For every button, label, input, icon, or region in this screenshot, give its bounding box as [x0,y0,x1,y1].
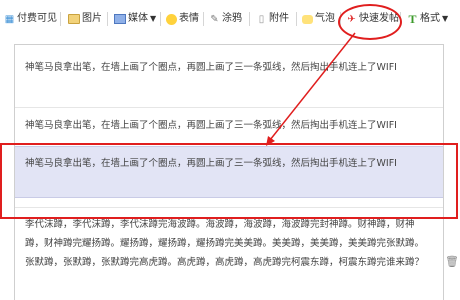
picture-icon [68,14,80,24]
option-text: 神笔马良拿出笔，在墙上画了个圈点，再圆上画了三一条弧线，然后掏出手机连上了WIF… [25,120,397,131]
quick-post-option-selected[interactable]: 神笔马良拿出笔，在墙上画了个圈点，再圆上画了三一条弧线，然后掏出手机连上了WIF… [15,146,443,198]
toolbar-divider [203,12,204,26]
paid-visible-button[interactable]: ▦ 付费可见 [4,11,57,27]
doodle-icon: ✎ [210,13,219,25]
attachment-label: 附件 [269,13,289,24]
attachment-button[interactable]: ▯ 附件 [256,11,289,27]
text-format-icon: T [408,11,417,26]
qr-code-icon: ▦ [4,13,15,25]
divider [15,207,443,208]
option-text: 李代沫蹲，李代沫蹲，李代沫蹲完海波蹲。海波蹲，海波蹲，海波蹲完封神蹲。财神蹲，财… [25,219,425,268]
trash-icon[interactable]: 🗑 [445,255,459,269]
media-button[interactable]: 媒体 ▼ [114,11,156,27]
quick-post-option[interactable]: 神笔马良拿出笔，在墙上画了个圈点，再圆上画了三一条弧线，然后掏出手机连上了WIF… [15,59,443,97]
attachment-icon: ▯ [258,13,265,25]
emoji-label: 表情 [179,13,199,24]
emoji-button[interactable]: 表情 [166,11,199,27]
chevron-down-icon: ▼ [442,14,449,23]
quick-post-dropdown: 神笔马良拿出笔，在墙上画了个圈点，再圆上画了三一条弧线，然后掏出手机连上了WIF… [14,44,444,300]
option-text: 神笔马良拿出笔，在墙上画了个圈点，再圆上画了三一条弧线，然后掏出手机连上了WIF… [25,62,397,73]
bubble-label: 气泡 [315,13,335,24]
speech-bubble-icon [302,14,313,24]
picture-button[interactable]: 图片 [68,11,102,27]
media-icon [114,14,126,24]
emoji-icon [166,13,177,25]
toolbar-divider [296,12,297,26]
quick-post-option[interactable]: 李代沫蹲，李代沫蹲，李代沫蹲完海波蹲。海波蹲，海波蹲，海波蹲完封神蹲。财神蹲，财… [15,215,443,300]
option-text: 神笔马良拿出笔，在墙上画了个圈点，再圆上画了三一条弧线，然后掏出手机连上了WIF… [25,158,397,169]
toolbar-divider [107,12,108,26]
media-label: 媒体 [128,13,148,24]
bubble-button[interactable]: 气泡 [302,11,335,27]
chevron-down-icon: ▼ [150,14,157,23]
paid-visible-label: 付费可见 [17,13,57,24]
toolbar-divider [160,12,161,26]
doodle-button[interactable]: ✎ 涂鸦 [209,11,242,27]
toolbar-divider [60,12,61,26]
picture-label: 图片 [82,13,102,24]
quick-post-highlight [338,4,402,40]
format-label: 格式 [420,13,440,24]
divider [15,107,443,108]
toolbar-divider [249,12,250,26]
doodle-label: 涂鸦 [222,13,242,24]
format-button[interactable]: T 格式 ▼ [407,11,448,27]
